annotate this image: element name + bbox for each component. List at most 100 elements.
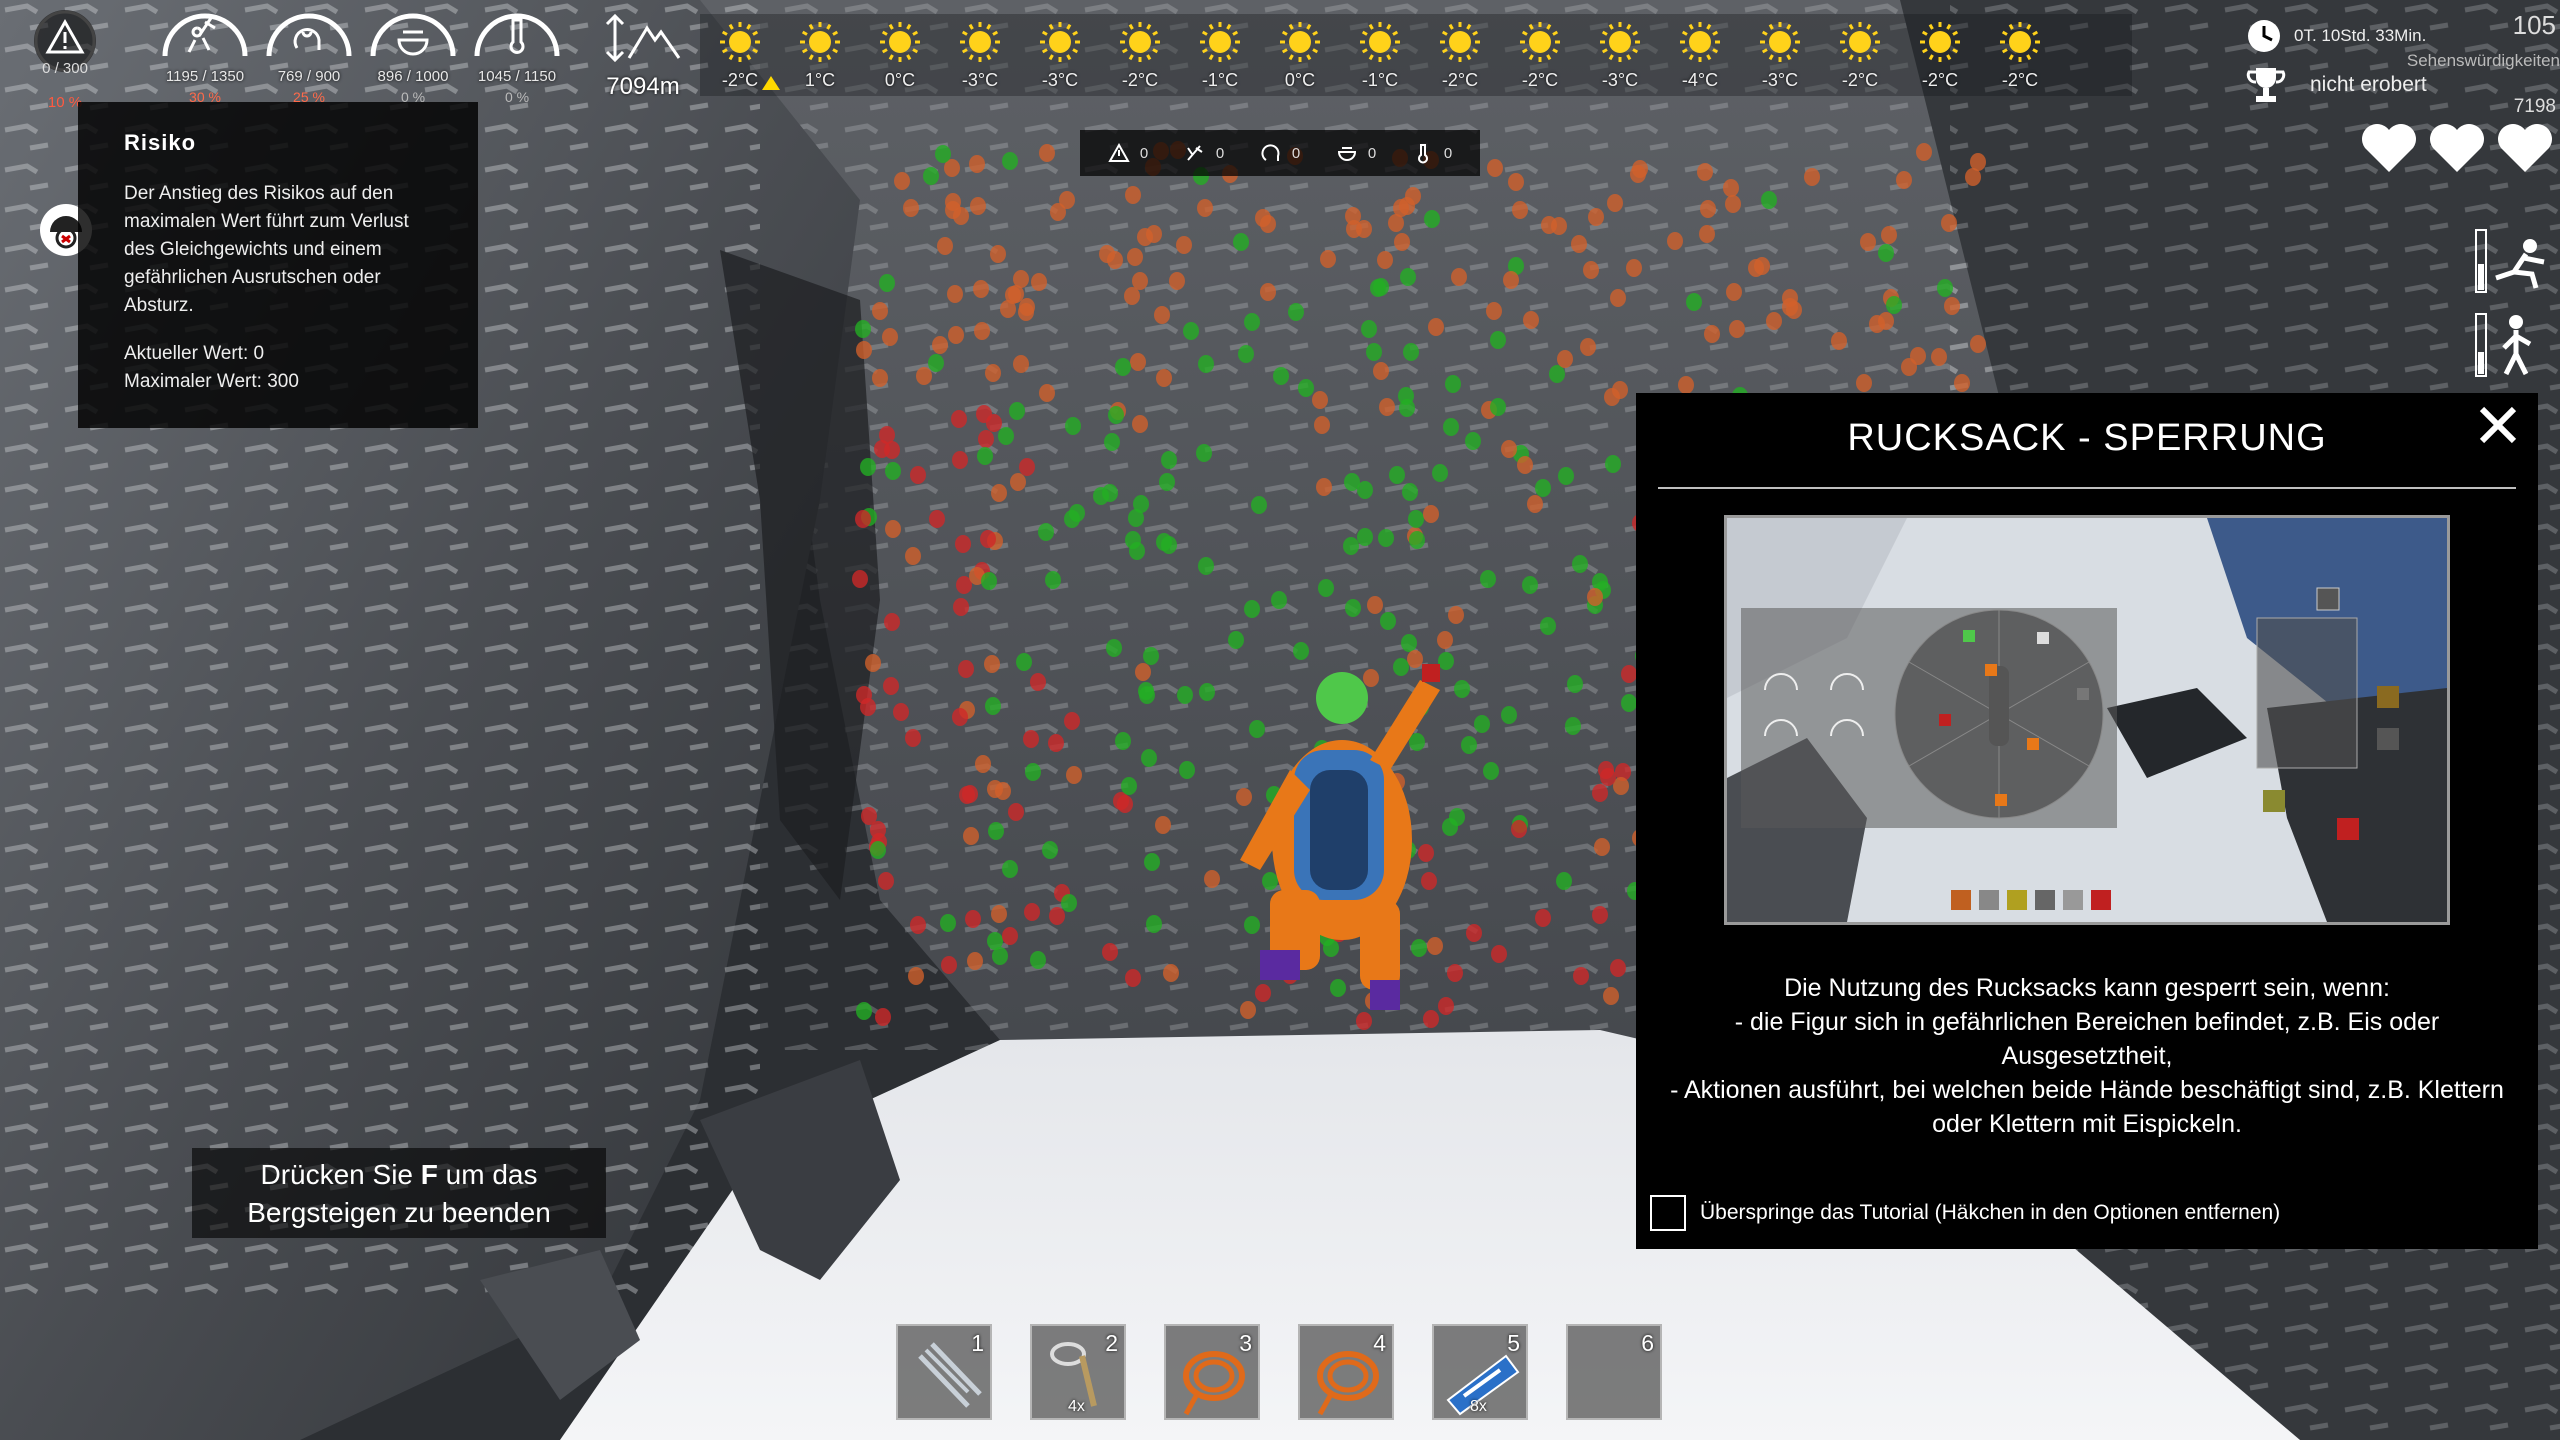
climbing-hold[interactable]	[1132, 415, 1148, 433]
climbing-hold[interactable]	[1176, 236, 1192, 254]
climbing-hold[interactable]	[1621, 665, 1637, 683]
climbing-hold[interactable]	[1409, 531, 1425, 549]
climbing-hold[interactable]	[1159, 473, 1175, 491]
climbing-hold[interactable]	[1571, 235, 1587, 253]
climbing-hold[interactable]	[1407, 650, 1423, 668]
climbing-hold[interactable]	[1447, 964, 1463, 982]
energy-stat[interactable]: 1195 / 1350 30 %	[150, 10, 260, 105]
climbing-hold[interactable]	[1059, 191, 1075, 209]
climbing-hold[interactable]	[1244, 313, 1260, 331]
climbing-hold[interactable]	[1367, 596, 1383, 614]
climbing-hold[interactable]	[1754, 257, 1770, 275]
climbing-hold[interactable]	[1273, 367, 1289, 385]
climbing-hold[interactable]	[1102, 943, 1118, 961]
climbing-hold[interactable]	[988, 822, 1004, 840]
climbing-hold[interactable]	[1910, 347, 1926, 365]
climbing-hold[interactable]	[1607, 194, 1623, 212]
climbing-hold[interactable]	[884, 613, 900, 631]
climbing-hold[interactable]	[1418, 844, 1434, 862]
climbing-hold[interactable]	[1678, 376, 1694, 394]
climbing-hold[interactable]	[1199, 683, 1215, 701]
climbing-hold[interactable]	[1039, 144, 1055, 162]
climbing-hold[interactable]	[984, 655, 1000, 673]
climbing-hold[interactable]	[1121, 777, 1137, 795]
climbing-hold[interactable]	[1804, 168, 1820, 186]
climbing-pose-icon[interactable]	[2475, 229, 2545, 293]
climbing-hold[interactable]	[1878, 244, 1894, 262]
climbing-hold[interactable]	[1480, 570, 1496, 588]
climbing-hold[interactable]	[1049, 907, 1065, 925]
climbing-hold[interactable]	[952, 451, 968, 469]
climbing-hold[interactable]	[1592, 784, 1608, 802]
climbing-hold[interactable]	[1357, 481, 1373, 499]
climbing-hold[interactable]	[1394, 233, 1410, 251]
climbing-hold[interactable]	[1766, 312, 1782, 330]
climbing-hold[interactable]	[1399, 399, 1415, 417]
climbing-hold[interactable]	[948, 326, 964, 344]
climbing-hold[interactable]	[1503, 271, 1519, 289]
climbing-hold[interactable]	[1244, 600, 1260, 618]
climbing-hold[interactable]	[1580, 338, 1596, 356]
climbing-hold[interactable]	[1954, 374, 1970, 392]
climbing-hold[interactable]	[940, 914, 956, 932]
climbing-hold[interactable]	[978, 430, 994, 448]
climbing-hold[interactable]	[1535, 909, 1551, 927]
close-icon[interactable]	[2476, 403, 2520, 447]
climbing-hold[interactable]	[1069, 504, 1085, 522]
climbing-hold[interactable]	[1154, 306, 1170, 324]
climbing-hold[interactable]	[1726, 283, 1742, 301]
climbing-hold[interactable]	[1233, 233, 1249, 251]
climbing-hold[interactable]	[1443, 418, 1459, 436]
climbing-hold[interactable]	[1881, 226, 1897, 244]
climbing-hold[interactable]	[1970, 335, 1986, 353]
climbing-hold[interactable]	[1260, 215, 1276, 233]
climbing-hold[interactable]	[1156, 533, 1172, 551]
climbing-hold[interactable]	[1129, 542, 1145, 560]
climbing-hold[interactable]	[987, 780, 1003, 798]
climbing-hold[interactable]	[1249, 720, 1265, 738]
climbing-hold[interactable]	[1271, 591, 1287, 609]
climbing-hold[interactable]	[870, 841, 886, 859]
climbing-hold[interactable]	[969, 155, 985, 173]
climbing-hold[interactable]	[1204, 870, 1220, 888]
climbing-hold[interactable]	[962, 785, 978, 803]
climbing-hold[interactable]	[1260, 283, 1276, 301]
climbing-hold[interactable]	[1878, 312, 1894, 330]
climbing-hold[interactable]	[955, 535, 971, 553]
climbing-hold[interactable]	[1931, 348, 1947, 366]
climbing-hold[interactable]	[1108, 406, 1124, 424]
climbing-hold[interactable]	[1667, 232, 1683, 250]
climbing-hold[interactable]	[1501, 440, 1517, 458]
climbing-hold[interactable]	[1288, 303, 1304, 321]
climbing-hold[interactable]	[1156, 369, 1172, 387]
climbing-hold[interactable]	[947, 285, 963, 303]
climbing-hold[interactable]	[958, 660, 974, 678]
climbing-hold[interactable]	[879, 274, 895, 292]
climbing-hold[interactable]	[1312, 391, 1328, 409]
mind-stat[interactable]: 769 / 900 25 %	[254, 10, 364, 105]
climbing-hold[interactable]	[1066, 766, 1082, 784]
climbing-hold[interactable]	[1316, 478, 1332, 496]
climbing-hold[interactable]	[1511, 820, 1527, 838]
climbing-hold[interactable]	[985, 364, 1001, 382]
climbing-hold[interactable]	[1487, 159, 1503, 177]
climbing-hold[interactable]	[1831, 332, 1847, 350]
climbing-hold[interactable]	[852, 570, 868, 588]
climbing-hold[interactable]	[1886, 296, 1902, 314]
pose-selector[interactable]	[2474, 228, 2554, 383]
climbing-hold[interactable]	[963, 827, 979, 845]
climbing-hold[interactable]	[1183, 322, 1199, 340]
climbing-hold[interactable]	[870, 821, 886, 839]
climbing-hold[interactable]	[1065, 417, 1081, 435]
climbing-hold[interactable]	[1135, 663, 1151, 681]
climbing-hold[interactable]	[1403, 343, 1419, 361]
climbing-hold[interactable]	[885, 520, 901, 538]
climbing-hold[interactable]	[1008, 285, 1024, 303]
climbing-hold[interactable]	[903, 199, 919, 217]
climbing-hold[interactable]	[1318, 579, 1334, 597]
climbing-hold[interactable]	[1010, 473, 1026, 491]
climbing-hold[interactable]	[992, 947, 1008, 965]
climbing-hold[interactable]	[1466, 924, 1482, 942]
climbing-hold[interactable]	[1197, 199, 1213, 217]
climbing-hold[interactable]	[1437, 631, 1453, 649]
